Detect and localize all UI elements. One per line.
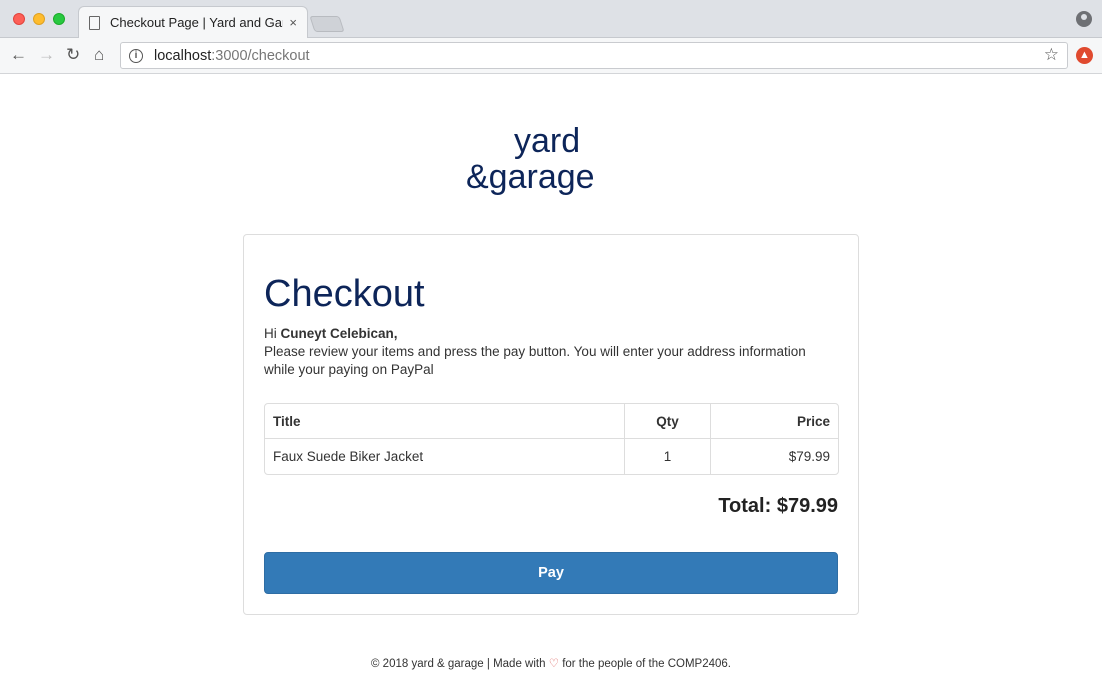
yard-garage-logo: yard &garage: [466, 122, 595, 196]
item-qty: 1: [625, 439, 711, 474]
reload-icon[interactable]: ↻: [66, 45, 80, 65]
forward-icon[interactable]: →: [38, 45, 55, 65]
instructions-text: Please review your items and press the p…: [264, 344, 806, 377]
footer-text-start: © 2018 yard & garage | Made with: [371, 658, 549, 670]
document-icon: [89, 15, 100, 30]
logo-line-garage: &garage: [466, 158, 595, 196]
extension-icon[interactable]: ▲: [1076, 47, 1093, 64]
back-icon[interactable]: ←: [10, 45, 27, 65]
items-table: Title Qty Price Faux Suede Biker Jacket …: [264, 403, 839, 475]
home-icon[interactable]: ⌂: [94, 45, 104, 65]
table-row: Faux Suede Biker Jacket 1 $79.99: [265, 439, 838, 474]
logo-line-yard: yard: [514, 122, 580, 160]
new-tab-button[interactable]: [309, 16, 345, 32]
column-header-qty: Qty: [625, 404, 711, 439]
star-icon[interactable]: ☆: [1044, 45, 1059, 65]
column-header-title: Title: [265, 404, 625, 439]
heart-icon: ♡: [548, 658, 559, 670]
item-title: Faux Suede Biker Jacket: [265, 439, 625, 474]
zoom-window-button[interactable]: [53, 13, 65, 25]
item-price: $79.99: [788, 449, 830, 464]
order-total: Total: $79.99: [718, 495, 838, 517]
column-header-price: Price: [711, 404, 838, 439]
tab-title: Checkout Page | Yard and Garage: [110, 15, 283, 30]
address-bar[interactable]: i localhost:3000/checkout ☆: [120, 42, 1068, 69]
checkout-card: Checkout Hi Cuneyt Celebican, Please rev…: [243, 234, 859, 615]
browser-tab[interactable]: Checkout Page | Yard and Garage ×: [78, 6, 308, 38]
pay-button[interactable]: Pay: [264, 552, 838, 594]
browser-toolbar: ← → ↻ ⌂ i localhost:3000/checkout ☆ ▲: [0, 38, 1102, 74]
footer: © 2018 yard & garage | Made with ♡ for t…: [0, 656, 1102, 670]
tab-close-icon[interactable]: ×: [289, 15, 297, 30]
table-header-row: Title Qty Price: [265, 404, 838, 439]
profile-icon[interactable]: [1076, 11, 1092, 27]
close-window-button[interactable]: [13, 13, 25, 25]
minimize-window-button[interactable]: [33, 13, 45, 25]
url-path: :3000/checkout: [211, 47, 310, 64]
customer-name: Cuneyt Celebican,: [280, 326, 398, 341]
footer-text-end: for the people of the COMP2406.: [559, 658, 731, 670]
info-icon[interactable]: i: [129, 48, 143, 63]
greeting-prefix: Hi: [264, 326, 281, 341]
page-title: Checkout: [264, 273, 425, 315]
greeting: Hi Cuneyt Celebican, Please review your …: [264, 325, 824, 379]
browser-titlebar: Checkout Page | Yard and Garage ×: [0, 0, 1102, 38]
url-host: localhost: [154, 47, 212, 64]
